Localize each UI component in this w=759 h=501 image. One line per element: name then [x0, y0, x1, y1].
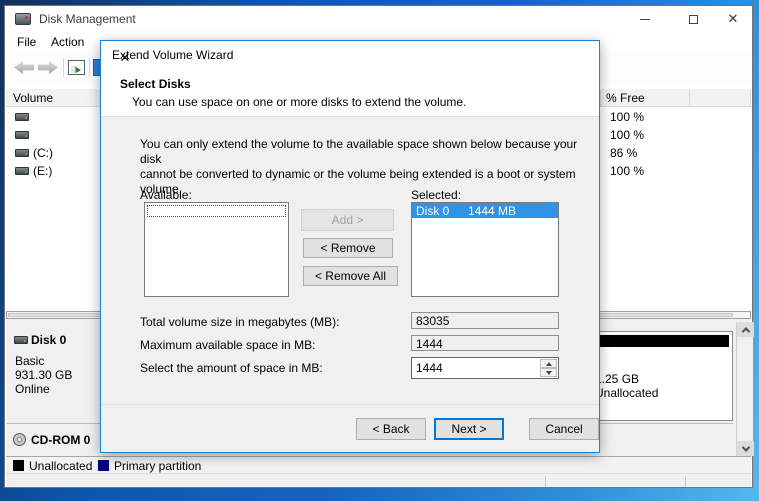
extend-volume-wizard-dialog: Extend Volume Wizard ✕ Select Disks You …: [100, 40, 600, 453]
scroll-down-button[interactable]: [737, 441, 754, 456]
close-button[interactable]: ✕: [716, 6, 750, 32]
volume-free-percent: 100 %: [610, 128, 645, 142]
cdrom-name: CD-ROM 0: [31, 433, 91, 447]
volume-icon: [15, 131, 29, 139]
toolbar-separator: [63, 58, 64, 77]
triangle-down-icon: [545, 370, 552, 375]
volume-name: (C:): [33, 146, 53, 160]
disk0-name: Disk 0: [31, 333, 67, 347]
amount-spinbox[interactable]: 1444: [411, 357, 559, 379]
disk0-status: Online: [15, 382, 50, 396]
spin-up-button[interactable]: [540, 359, 557, 368]
unallocated-legend-swatch: [13, 460, 24, 471]
panel-icon-glyph: [76, 67, 81, 73]
volume-icon: [15, 113, 29, 121]
spin-down-button[interactable]: [540, 368, 557, 377]
window-title: Disk Management: [39, 12, 136, 26]
dialog-close-button[interactable]: ✕: [112, 48, 138, 68]
disk-management-app-icon: [15, 13, 31, 25]
column-header-free[interactable]: % Free: [606, 91, 645, 105]
amount-label: Select the amount of space in MB:: [140, 361, 323, 375]
volume-free-percent: 100 %: [610, 164, 645, 178]
column-header-volume[interactable]: Volume: [13, 91, 53, 105]
unallocated-legend-label: Unallocated: [29, 459, 93, 473]
maximize-button[interactable]: [676, 6, 710, 32]
column-divider[interactable]: [750, 90, 751, 106]
total-size-label: Total volume size in megabytes (MB):: [140, 315, 340, 329]
back-button[interactable]: < Back: [356, 418, 426, 440]
dialog-heading: Select Disks: [120, 77, 191, 91]
desktop: Disk Management ✕ File Action Volume % F…: [0, 0, 759, 501]
volume-free-percent: 100 %: [610, 110, 645, 124]
next-button[interactable]: Next >: [434, 418, 504, 440]
dialog-header: Select Disks You can use space on one or…: [101, 68, 599, 117]
amount-value: 1444: [416, 361, 443, 375]
cdrom-label-panel[interactable]: CD-ROM 0: [7, 427, 102, 455]
minimize-icon: [640, 18, 650, 20]
status-bar-divider: [685, 476, 686, 487]
status-bar-divider: [545, 476, 546, 487]
add-button: Add >: [301, 209, 394, 231]
chevron-down-icon: [741, 442, 750, 452]
primary-partition-legend-swatch: [98, 460, 109, 471]
volume-icon: [15, 167, 29, 175]
disk-icon: [14, 336, 28, 344]
status-bar: [6, 473, 751, 487]
forward-arrow-icon[interactable]: [38, 61, 58, 74]
title-bar: Disk Management ✕: [5, 6, 752, 32]
available-listbox[interactable]: [144, 202, 289, 297]
maximize-icon: [688, 14, 698, 24]
total-size-value: 83035: [411, 312, 559, 329]
column-divider[interactable]: [600, 90, 601, 106]
minimize-button[interactable]: [628, 6, 662, 32]
volume-free-percent: 86 %: [610, 146, 638, 160]
remove-all-button[interactable]: < Remove All: [303, 266, 398, 286]
dialog-subheading: You can use space on one or more disks t…: [132, 95, 467, 109]
vertical-scrollbar[interactable]: [736, 322, 754, 456]
selected-disk-size: 1444 MB: [468, 204, 517, 218]
max-space-value: 1444: [411, 335, 559, 351]
disk0-type: Basic: [15, 354, 45, 368]
column-divider[interactable]: [689, 90, 690, 106]
partition-size: 1.25 GB: [595, 372, 640, 386]
disk0-size: 931.30 GB: [15, 368, 73, 382]
triangle-up-icon: [545, 361, 552, 366]
legend-bar: Unallocated Primary partition: [6, 456, 751, 473]
dialog-notice-text: You can only extend the volume to the av…: [140, 137, 578, 196]
max-space-label: Maximum available space in MB:: [140, 338, 316, 352]
remove-button[interactable]: < Remove: [303, 238, 393, 258]
spinner: [540, 359, 557, 377]
volume-icon: [15, 149, 29, 157]
listbox-focus-rect: [147, 205, 286, 217]
selected-disk-item[interactable]: Disk 0 1444 MB: [412, 203, 558, 218]
cancel-button[interactable]: Cancel: [529, 418, 599, 440]
back-arrow-icon[interactable]: [14, 61, 34, 74]
available-label: Available:: [140, 188, 192, 202]
toolbar-separator: [89, 58, 90, 77]
selected-listbox[interactable]: Disk 0 1444 MB: [411, 202, 559, 297]
selected-disk-name: Disk 0: [416, 204, 450, 218]
scroll-up-button[interactable]: [737, 322, 754, 337]
dialog-separator: [101, 404, 599, 405]
disk0-label-panel[interactable]: Disk 0 Basic 931.30 GB Online: [7, 324, 102, 422]
menu-action[interactable]: Action: [51, 35, 84, 49]
selected-label: Selected:: [411, 188, 462, 202]
dialog-title-bar: Extend Volume Wizard ✕: [101, 41, 599, 68]
show-console-tree-icon[interactable]: [68, 60, 85, 75]
menu-file[interactable]: File: [17, 35, 36, 49]
chevron-up-icon: [741, 326, 750, 336]
partition-label: Unallocated: [595, 386, 659, 400]
volume-name: (E:): [33, 164, 53, 178]
cdrom-icon: [13, 433, 26, 446]
primary-partition-legend-label: Primary partition: [114, 459, 202, 473]
